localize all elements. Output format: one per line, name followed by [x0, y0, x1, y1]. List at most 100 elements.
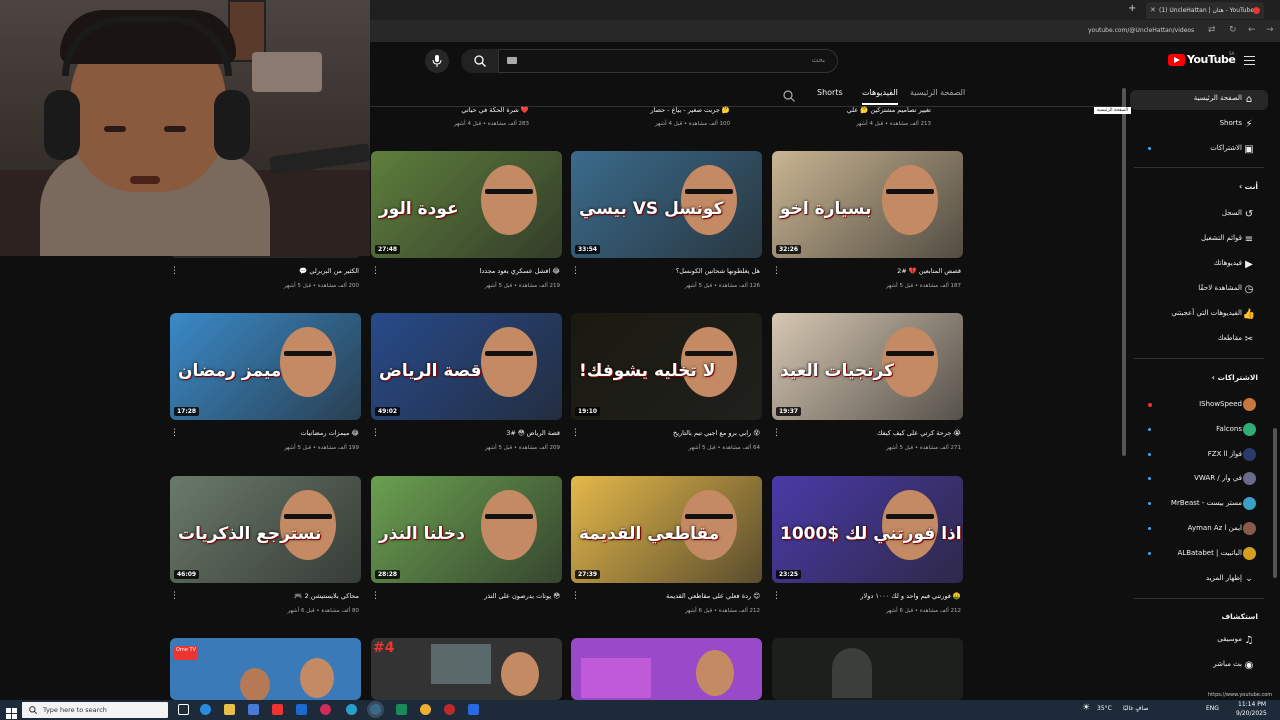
- sidebar-subscription[interactable]: Falcons: [1216, 425, 1242, 433]
- task-view-icon[interactable]: [178, 704, 189, 715]
- video-title[interactable]: ❤️ شرة الحكة في حياتي: [461, 106, 529, 114]
- video-thumbnail[interactable]: [772, 638, 963, 700]
- clock-date[interactable]: 9/20/2025: [1236, 710, 1267, 717]
- sidebar-item-clips[interactable]: مقاطعك: [1218, 334, 1242, 342]
- video-title[interactable]: 😳 يوتات يدرصون على النذر: [484, 592, 560, 600]
- sidebar-item-shorts[interactable]: Shorts: [1220, 119, 1242, 127]
- channel-avatar[interactable]: [1243, 522, 1256, 535]
- back-icon[interactable]: ←: [1248, 25, 1256, 35]
- outlook-icon[interactable]: [296, 704, 307, 715]
- language-indicator[interactable]: ENG: [1206, 705, 1219, 712]
- taskbar-search[interactable]: Type here to search: [22, 702, 168, 718]
- sidebar-heading-you[interactable]: أنت ›: [1239, 182, 1258, 191]
- channel-avatar[interactable]: [1243, 398, 1256, 411]
- video-thumbnail[interactable]: لا تخليه يشوفك! 19:10: [571, 313, 762, 420]
- channel-avatar[interactable]: [1243, 423, 1256, 436]
- video-thumbnail[interactable]: ميمز رمضان 17:28: [170, 313, 361, 420]
- video-menu-icon[interactable]: ⋮: [170, 429, 179, 438]
- youtube-app-icon[interactable]: [272, 704, 283, 715]
- chrome-active-icon[interactable]: [370, 704, 381, 715]
- video-menu-icon[interactable]: ⋮: [571, 592, 580, 601]
- youtube-logo[interactable]: YouTube SA: [1168, 51, 1236, 66]
- sidebar-item-music[interactable]: موسيقى: [1217, 635, 1242, 643]
- video-thumbnail[interactable]: نسترجع الذكريات 46:09: [170, 476, 361, 583]
- video-title[interactable]: قصص المتابعين 💔 #2: [897, 267, 961, 275]
- voice-search-button[interactable]: [425, 49, 449, 73]
- video-title[interactable]: قصة الرياض 😳 #3: [506, 429, 560, 437]
- video-title[interactable]: 😵 رابي برو مع اجبي تيم بالتاريخ: [673, 429, 760, 437]
- video-thumbnail[interactable]: عودة الور 27:48: [371, 151, 562, 258]
- sidebar-subscription[interactable]: في وار / VWAR: [1194, 474, 1242, 482]
- video-title[interactable]: تغيير تصاميم مشتركين 🤔 علي: [847, 106, 931, 114]
- obs-icon[interactable]: [444, 704, 455, 715]
- reload-icon[interactable]: ↻: [1229, 25, 1237, 35]
- channel-avatar[interactable]: [1243, 448, 1256, 461]
- video-menu-icon[interactable]: ⋮: [371, 429, 380, 438]
- channel-avatar[interactable]: [1243, 497, 1256, 510]
- video-thumbnail[interactable]: دخلنا النذر 28:28: [371, 476, 562, 583]
- sidebar-scrollbar[interactable]: [1273, 428, 1277, 578]
- video-menu-icon[interactable]: ⋮: [772, 267, 781, 276]
- browser-tab[interactable]: ✕ (1) UncleHattan | هتان - YouTube: [1146, 2, 1264, 19]
- video-menu-icon[interactable]: ⋮: [571, 429, 580, 438]
- weather-text[interactable]: صافٍ غالبًا: [1123, 705, 1148, 712]
- channel-search-icon[interactable]: [783, 87, 795, 106]
- video-thumbnail[interactable]: #4: [371, 638, 562, 700]
- weather-temp[interactable]: 35°C: [1097, 705, 1112, 712]
- sidebar-item-watch-later[interactable]: المشاهدة لاحقًا: [1198, 284, 1242, 292]
- video-thumbnail[interactable]: كونسل VS بيسي 33:54: [571, 151, 762, 258]
- sidebar-item-like[interactable]: الفيديوهات التي أعجبتني: [1171, 309, 1242, 317]
- tab-videos[interactable]: الفيديوهات: [862, 88, 898, 105]
- opera-icon[interactable]: [320, 704, 331, 715]
- keyboard-icon[interactable]: [507, 57, 517, 64]
- video-menu-icon[interactable]: ⋮: [772, 429, 781, 438]
- close-tab-icon[interactable]: ✕: [1150, 6, 1156, 14]
- video-thumbnail[interactable]: قصة الرياض 49:02: [371, 313, 562, 420]
- tab-shorts[interactable]: Shorts: [817, 88, 843, 97]
- video-title[interactable]: هل يغلطونها شحاتين الكونسل؟: [676, 267, 760, 275]
- search-button[interactable]: [461, 49, 499, 73]
- clock-time[interactable]: 11:14 PM: [1238, 701, 1266, 708]
- forward-icon[interactable]: →: [1266, 25, 1274, 35]
- video-thumbnail[interactable]: مقاطعي القديمة 27:39: [571, 476, 762, 583]
- windows-start-icon[interactable]: [6, 704, 17, 719]
- video-title[interactable]: 🤑 فورتني فيم واحد و لك ١٠٠٠ دولار: [860, 592, 961, 600]
- video-thumbnail[interactable]: اذا فورتني لك $1000 23:25: [772, 476, 963, 583]
- sidebar-item-history[interactable]: السجل: [1222, 209, 1242, 217]
- url-field[interactable]: youtube.com/@UncleHattan/videos: [1088, 27, 1194, 34]
- video-thumbnail[interactable]: [571, 638, 762, 700]
- sidebar-subscription[interactable]: الباتبيت | ALBatabet: [1178, 549, 1243, 557]
- video-menu-icon[interactable]: ⋮: [772, 592, 781, 601]
- video-title[interactable]: 😂 ميمزات رمضانيات: [300, 429, 359, 437]
- sidebar-subscription[interactable]: IShowSpeed: [1199, 400, 1242, 408]
- sidebar-item-home[interactable]: الصفحة الرئيسية: [1194, 94, 1242, 102]
- sidebar-item-live[interactable]: بث مباشر: [1213, 660, 1242, 668]
- video-title[interactable]: 🤔 جربت صغير - بياع - حصار: [650, 106, 730, 114]
- video-thumbnail[interactable]: Ome TV: [170, 638, 361, 700]
- sidebar-subscription[interactable]: مستر بيست - MrBeast: [1171, 499, 1242, 507]
- video-menu-icon[interactable]: ⋮: [571, 267, 580, 276]
- show-more-button[interactable]: إظهار المزيد: [1206, 574, 1242, 582]
- video-menu-icon[interactable]: ⋮: [371, 592, 380, 601]
- channel-avatar[interactable]: [1243, 472, 1256, 485]
- search-input[interactable]: بحث: [498, 49, 838, 73]
- sidebar-item-playlist[interactable]: قوائم التشغيل: [1201, 234, 1242, 242]
- video-title[interactable]: 😭 جرحة كرتي على كيف كيفك: [877, 429, 961, 437]
- video-thumbnail[interactable]: كرتجيات العيد 19:37: [772, 313, 963, 420]
- sidebar-heading-subscriptions[interactable]: الاشتراكات ›: [1212, 373, 1258, 382]
- sidebar-item-your-videos[interactable]: فيديوهاتك: [1214, 259, 1242, 267]
- menu-icon[interactable]: [1244, 56, 1255, 65]
- translate-icon[interactable]: ⇄: [1208, 25, 1216, 35]
- vscode-icon[interactable]: [468, 704, 479, 715]
- sidebar-subscription[interactable]: فواز FZX ll: [1208, 450, 1242, 458]
- new-tab-button[interactable]: +: [1128, 3, 1136, 14]
- channel-avatar[interactable]: [1243, 547, 1256, 560]
- video-title[interactable]: الكثير من البربرلي 💬: [299, 267, 359, 275]
- edge-icon[interactable]: [200, 704, 211, 715]
- browser-icon[interactable]: [346, 704, 357, 715]
- video-title[interactable]: 😂 افشل عسكري يعود مجددا: [480, 267, 560, 275]
- video-title[interactable]: 😊 ردة فعلي على مقاطعي القديمة: [666, 592, 760, 600]
- file-explorer-icon[interactable]: [224, 704, 235, 715]
- store-icon[interactable]: [248, 704, 259, 715]
- video-title[interactable]: محاكي بلايستيشن 2 🎮: [294, 592, 359, 600]
